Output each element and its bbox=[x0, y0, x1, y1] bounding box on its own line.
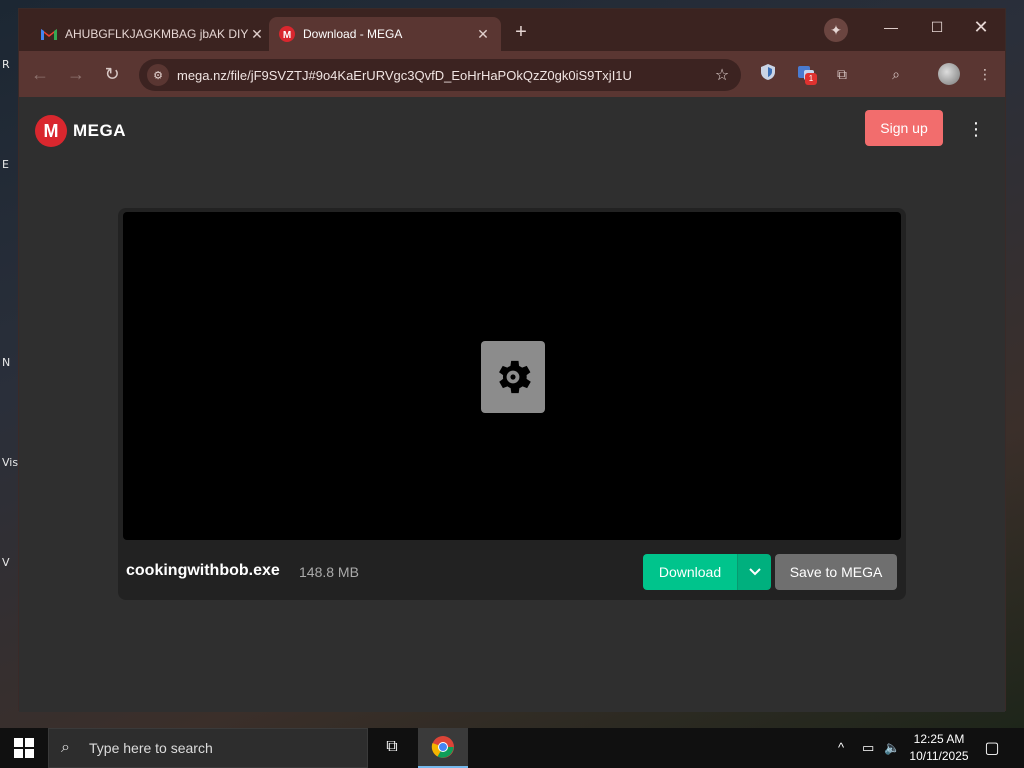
chrome-taskbar-icon[interactable] bbox=[418, 728, 468, 768]
extension-badge: 1 bbox=[805, 73, 817, 85]
close-icon[interactable]: ✕ bbox=[249, 26, 265, 43]
network-icon[interactable]: ▭ bbox=[862, 740, 874, 756]
kebab-menu-icon[interactable]: ⋮ bbox=[974, 63, 996, 85]
svg-text:M: M bbox=[283, 30, 291, 41]
back-arrow-icon[interactable]: ← bbox=[29, 63, 51, 85]
mega-logo[interactable]: M MEGA bbox=[35, 115, 126, 147]
search-icon: ⌕ bbox=[61, 739, 70, 756]
notification-icon[interactable]: ▢ bbox=[982, 738, 1002, 758]
address-bar[interactable]: ⚙ mega.nz/file/jF9SVZTJ#9o4KaErURVgc3Qvf… bbox=[139, 59, 741, 91]
site-settings-icon[interactable]: ⚙ bbox=[147, 64, 169, 86]
desktop-icon-label: N bbox=[2, 356, 11, 369]
clock-date: 10/11/2025 bbox=[909, 749, 969, 763]
page-menu-icon[interactable]: ⋮ bbox=[967, 119, 985, 139]
file-preview-area bbox=[123, 212, 901, 540]
bookmark-star-icon[interactable]: ☆ bbox=[711, 65, 733, 85]
puzzle-extensions-icon[interactable]: ⧉ bbox=[831, 63, 853, 85]
file-size: 148.8 MB bbox=[299, 564, 359, 580]
tab-title: Download - MEGA bbox=[303, 27, 403, 41]
chevron-down-icon[interactable] bbox=[737, 554, 771, 590]
reload-icon[interactable]: ↻ bbox=[101, 63, 123, 85]
mega-icon: M bbox=[279, 26, 295, 42]
gear-icon bbox=[499, 360, 531, 394]
task-view-icon[interactable]: ⧉ bbox=[382, 738, 402, 758]
mega-page: M MEGA Sign up ⋮ cookingwithbob.exe 148.… bbox=[19, 97, 1005, 712]
download-button[interactable]: Download bbox=[643, 554, 737, 590]
file-name: cookingwithbob.exe bbox=[126, 562, 280, 579]
save-to-mega-button[interactable]: Save to MEGA bbox=[775, 554, 897, 590]
desktop-icon-label: Vis bbox=[2, 456, 19, 469]
forward-arrow-icon[interactable]: → bbox=[65, 63, 87, 85]
signup-button[interactable]: Sign up bbox=[865, 110, 943, 146]
url-text[interactable]: mega.nz/file/jF9SVZTJ#9o4KaErURVgc3QvfD_… bbox=[177, 68, 711, 83]
translate-extension-icon[interactable]: 1 bbox=[795, 63, 817, 85]
new-tab-button[interactable]: + bbox=[511, 21, 531, 44]
clock-time: 12:25 AM bbox=[913, 732, 965, 746]
desktop-icon-label: R bbox=[2, 58, 10, 71]
minimize-button[interactable]: — bbox=[881, 19, 901, 41]
taskbar-search-input[interactable]: ⌕ Type here to search bbox=[48, 728, 368, 768]
chevron-up-icon[interactable]: ^ bbox=[838, 740, 844, 755]
gemini-sparkle-icon[interactable]: ✦ bbox=[824, 18, 848, 42]
desktop-icon-label: E bbox=[2, 158, 9, 171]
gmail-icon bbox=[41, 26, 57, 42]
system-clock[interactable]: 12:25 AM 10/11/2025 bbox=[906, 731, 972, 765]
executable-file-icon bbox=[481, 341, 545, 413]
tab-search-icon[interactable]: ⌕ bbox=[885, 63, 907, 85]
taskbar: ⌕ Type here to search ⧉ ^ ▭ 🔈 12:25 AM 1… bbox=[0, 728, 1024, 768]
search-placeholder: Type here to search bbox=[89, 740, 213, 756]
file-viewer-card: cookingwithbob.exe 148.8 MB Download Sav… bbox=[118, 208, 906, 600]
tab-title: AHUBGFLKJAGKMBAG jbAK DIY bbox=[65, 27, 249, 41]
desktop-icon-label: V bbox=[2, 556, 10, 569]
tab-mega-download[interactable]: M Download - MEGA ✕ bbox=[269, 17, 501, 51]
shield-extension-icon[interactable] bbox=[757, 63, 779, 85]
browser-window: AHUBGFLKJAGKMBAG jbAK DIY ✕ M Download -… bbox=[18, 8, 1006, 712]
browser-toolbar: ← → ↻ ⚙ mega.nz/file/jF9SVZTJ#9o4KaErURV… bbox=[19, 51, 1005, 97]
tab-gmail[interactable]: AHUBGFLKJAGKMBAG jbAK DIY ✕ bbox=[31, 17, 275, 51]
tab-strip: AHUBGFLKJAGKMBAG jbAK DIY ✕ M Download -… bbox=[19, 9, 1005, 51]
maximize-button[interactable]: ☐ bbox=[927, 19, 947, 41]
profile-avatar[interactable] bbox=[938, 63, 960, 85]
volume-muted-icon[interactable]: 🔈 bbox=[884, 740, 900, 756]
windows-start-icon[interactable] bbox=[14, 738, 34, 758]
mega-logo-text: MEGA bbox=[73, 121, 126, 140]
close-window-button[interactable]: ✕ bbox=[971, 17, 991, 39]
close-icon[interactable]: ✕ bbox=[475, 26, 491, 43]
mega-logo-mark: M bbox=[35, 115, 67, 147]
